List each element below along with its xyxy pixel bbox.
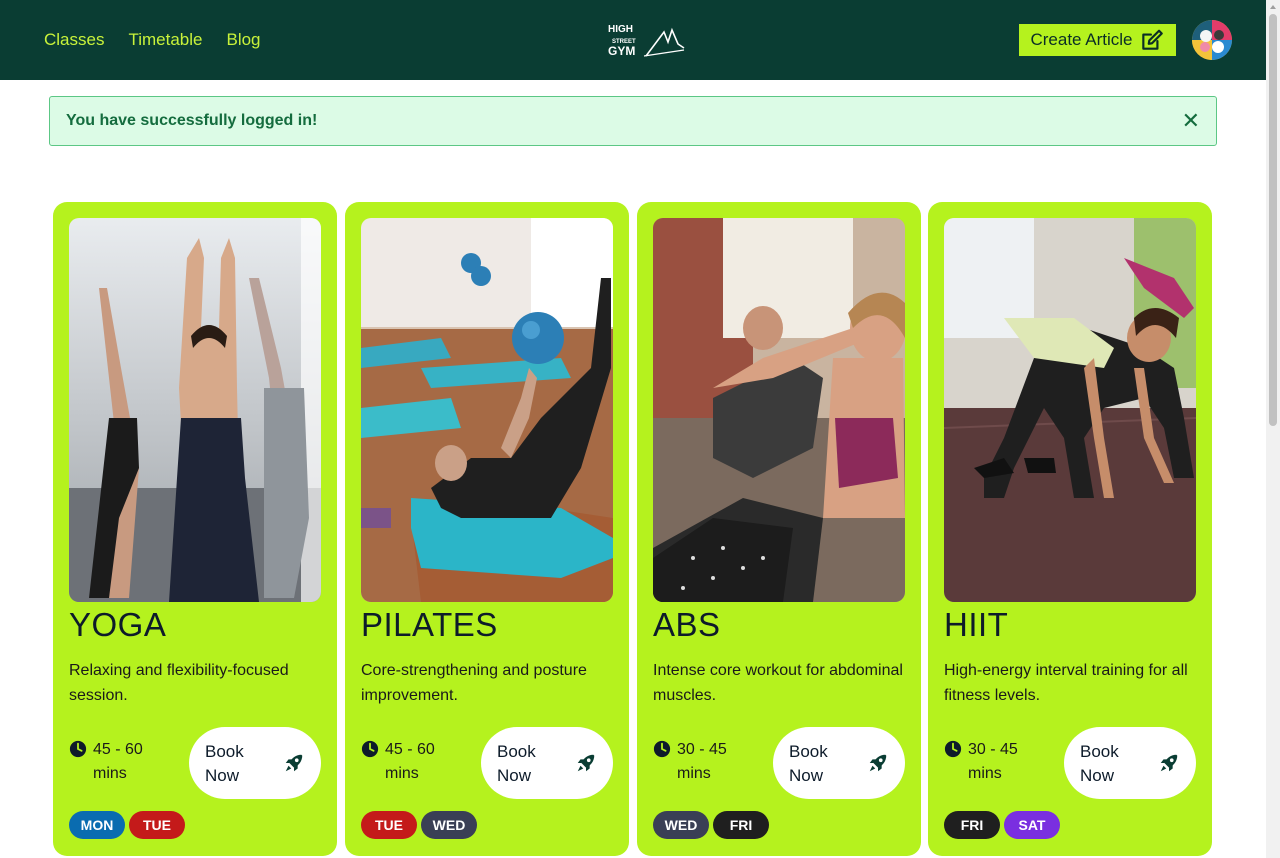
create-article-label: Create Article [1030, 30, 1133, 49]
day-badge: SAT [1004, 811, 1060, 839]
class-duration: 45 - 60 mins [361, 738, 455, 786]
rocket-icon [577, 754, 595, 772]
day-badge: WED [421, 811, 477, 839]
day-badge: WED [653, 811, 709, 839]
duration-text: 30 - 45 mins [968, 741, 1018, 782]
top-navbar: Classes Timetable Blog HIGH STREET GYM C… [0, 0, 1266, 80]
rocket-icon [1160, 754, 1178, 772]
class-days: MON TUE [69, 811, 185, 839]
rocket-icon [285, 754, 303, 772]
class-days: TUE WED [361, 811, 477, 839]
class-description: Core-strengthening and posture improveme… [361, 662, 587, 704]
book-now-label: Book Now [205, 742, 244, 785]
book-now-button[interactable]: Book Now [773, 727, 905, 799]
class-title: HIIT [944, 606, 1009, 643]
class-duration: 45 - 60 mins [69, 738, 163, 786]
success-alert: You have successfully logged in! ✕ [49, 96, 1217, 146]
hiit-photo [944, 218, 1196, 602]
edit-icon [1141, 29, 1163, 50]
page-scrollbar[interactable] [1266, 0, 1280, 858]
day-badge: TUE [361, 811, 417, 839]
scrollbar-thumb[interactable] [1269, 14, 1277, 426]
day-badge: TUE [129, 811, 185, 839]
nav-link-classes[interactable]: Classes [44, 30, 104, 50]
class-title: PILATES [361, 606, 498, 643]
duration-text: 45 - 60 mins [385, 741, 435, 782]
class-duration: 30 - 45 mins [944, 738, 1038, 786]
clock-icon [944, 740, 962, 758]
alert-message: You have successfully logged in! [66, 112, 318, 129]
day-badge: MON [69, 811, 125, 839]
class-title: ABS [653, 606, 721, 643]
clock-icon [69, 740, 87, 758]
main-nav: Classes Timetable Blog [44, 30, 261, 50]
yoga-photo [69, 218, 321, 602]
clock-icon [361, 740, 379, 758]
logo-line-3: GYM [608, 44, 635, 58]
page: Classes Timetable Blog HIGH STREET GYM C… [0, 0, 1280, 858]
class-description: Intense core workout for abdominal muscl… [653, 662, 903, 704]
class-description: High-energy interval training for all fi… [944, 662, 1188, 704]
class-days: WED FRI [653, 811, 769, 839]
rocket-icon [869, 754, 887, 772]
class-title: YOGA [69, 606, 167, 643]
book-now-button[interactable]: Book Now [1064, 727, 1196, 799]
scroll-up-icon[interactable] [1270, 5, 1276, 9]
logo-line-1: HIGH [608, 24, 633, 35]
duration-text: 30 - 45 mins [677, 741, 727, 782]
book-now-button[interactable]: Book Now [189, 727, 321, 799]
create-article-button[interactable]: Create Article [1019, 24, 1176, 56]
book-now-label: Book Now [497, 742, 536, 785]
class-card-yoga: YOGA Relaxing and flexibility-focused se… [53, 202, 337, 856]
class-duration: 30 - 45 mins [653, 738, 747, 786]
nav-link-timetable[interactable]: Timetable [128, 30, 202, 50]
class-card-hiit: HIIT High-energy interval training for a… [928, 202, 1212, 856]
abs-photo [653, 218, 905, 602]
user-avatar[interactable] [1192, 20, 1232, 60]
clock-icon [653, 740, 671, 758]
close-icon[interactable]: ✕ [1182, 110, 1200, 132]
class-card-abs: ABS Intense core workout for abdominal m… [637, 202, 921, 856]
pilates-photo [361, 218, 613, 602]
nav-link-blog[interactable]: Blog [226, 30, 260, 50]
gym-logo[interactable]: HIGH STREET GYM [606, 22, 686, 58]
book-now-button[interactable]: Book Now [481, 727, 613, 799]
class-days: FRI SAT [944, 811, 1060, 839]
day-badge: FRI [713, 811, 769, 839]
class-description: Relaxing and flexibility-focused session… [69, 662, 289, 704]
class-card-pilates: PILATES Core-strengthening and posture i… [345, 202, 629, 856]
day-badge: FRI [944, 811, 1000, 839]
book-now-label: Book Now [1080, 742, 1119, 785]
duration-text: 45 - 60 mins [93, 741, 143, 782]
book-now-label: Book Now [789, 742, 828, 785]
